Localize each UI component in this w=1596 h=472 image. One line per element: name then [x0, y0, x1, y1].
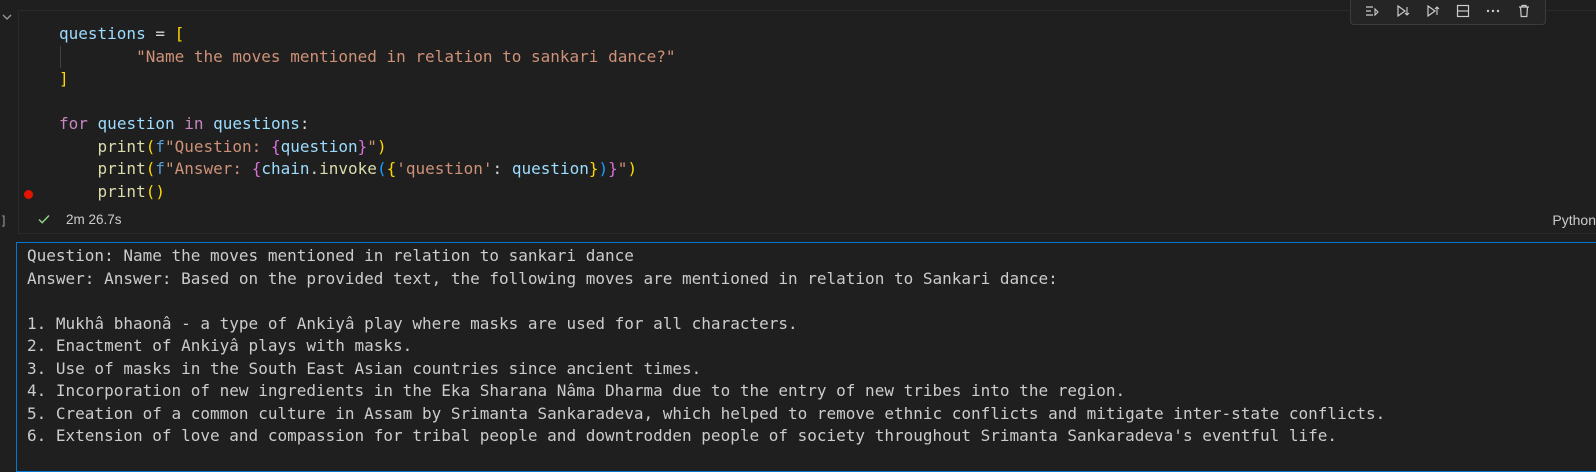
execution-bracket: ] [0, 214, 8, 228]
code-token: " [367, 136, 377, 156]
code-token: { [270, 136, 281, 156]
code-token: print [97, 136, 146, 156]
code-token: f [155, 136, 165, 156]
cell-toolbar [1350, 0, 1546, 25]
code-token: . [309, 159, 320, 178]
code-line[interactable]: "Name the moves mentioned in relation to… [59, 45, 676, 68]
run-below-icon[interactable] [1424, 2, 1442, 20]
execution-time: 2m 26.7s [66, 212, 122, 227]
code-line[interactable] [59, 91, 676, 114]
code-token: : [299, 114, 310, 133]
code-token: "Question: [164, 136, 271, 156]
code-line[interactable]: questions = [ [59, 23, 676, 46]
code-line[interactable]: print(f"Question: {question}") [59, 136, 676, 159]
code-token: " [617, 159, 628, 178]
cell-status-bar: 2m 26.7s Python [19, 209, 1596, 231]
output-line: Question: Name the moves mentioned in re… [27, 246, 634, 265]
code-token: ) [627, 159, 638, 178]
output-text: Question: Name the moves mentioned in re… [27, 245, 1385, 448]
code-token: ( [145, 159, 156, 178]
code-token: question [97, 114, 175, 133]
code-token: ) [598, 159, 609, 178]
code-token: } [357, 136, 368, 156]
code-token: ( [145, 136, 156, 156]
code-token: () [145, 181, 165, 201]
code-token: 'question' [396, 159, 493, 178]
output-line: 2. Enactment of Ankiyâ plays with masks. [27, 336, 413, 355]
code-token: question [280, 136, 358, 156]
code-token: print [97, 159, 146, 178]
code-token: question [511, 159, 589, 178]
code-token: invoke [319, 159, 377, 178]
code-token: ) [376, 136, 387, 156]
code-token: [ [174, 24, 185, 43]
code-token: chain [261, 159, 310, 178]
code-token: questions [59, 24, 146, 43]
code-token: questions [213, 114, 300, 133]
breakpoint-icon[interactable] [24, 190, 33, 199]
code-line[interactable]: print() [59, 181, 676, 204]
code-line[interactable]: ] [59, 68, 676, 91]
code-line[interactable]: for question in questions: [59, 113, 676, 136]
code-token: print [97, 181, 146, 201]
execute-below-icon[interactable] [1394, 2, 1412, 20]
check-icon [38, 214, 50, 224]
output-line: 6. Extension of love and compassion for … [27, 426, 1338, 445]
code-token: ( [376, 159, 387, 178]
indent-guide [60, 45, 61, 68]
cell-language[interactable]: Python [1552, 212, 1596, 228]
code-token: { [386, 159, 397, 178]
code-token: "Name the moves mentioned in relation to… [136, 46, 676, 66]
code-token: : [492, 159, 512, 178]
delete-icon[interactable] [1515, 2, 1533, 20]
code-editor[interactable]: questions = [ "Name the moves mentioned … [59, 23, 676, 203]
collapse-chevron-icon[interactable] [2, 12, 14, 24]
output-line: 3. Use of masks in the South East Asian … [27, 358, 702, 378]
more-icon[interactable] [1484, 2, 1502, 20]
code-token: ] [59, 69, 69, 88]
output-line: 1. Mukhâ bhaonâ - a type of Ankiyâ play … [27, 313, 798, 333]
code-token: in [184, 114, 204, 133]
output-line: Answer: Answer: Based on the provided te… [27, 268, 1058, 288]
code-token: f [155, 159, 165, 178]
split-cell-icon[interactable] [1454, 2, 1472, 20]
code-token: { [251, 159, 262, 178]
execute-above-icon[interactable] [1363, 2, 1381, 20]
code-token: } [588, 159, 599, 178]
code-token: "Answer: [164, 159, 252, 178]
code-cell[interactable]: questions = [ "Name the moves mentioned … [18, 0, 1596, 234]
code-token: = [145, 24, 175, 43]
cell-output[interactable]: Question: Name the moves mentioned in re… [16, 242, 1596, 472]
code-token: for [59, 114, 88, 133]
code-token: } [608, 159, 618, 178]
output-line: 5. Creation of a common culture in Assam… [27, 403, 1386, 423]
code-line[interactable]: print(f"Answer: {chain.invoke({'question… [59, 158, 676, 181]
output-line: 4. Incorporation of new ingredients in t… [27, 381, 1126, 400]
